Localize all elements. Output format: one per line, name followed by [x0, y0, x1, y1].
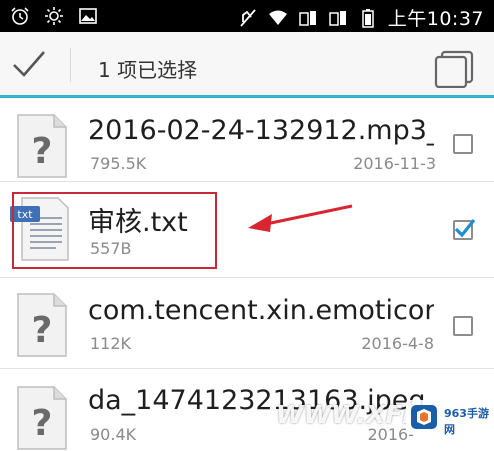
status-right-icons: 上午10:37: [238, 4, 484, 31]
sim1-signal-icon: [298, 10, 316, 26]
checkmark-icon: [454, 219, 476, 238]
file-row[interactable]: ? 2016-02-24-132912.mp3_1 795.5K 2016-11…: [0, 101, 494, 191]
file-size: 795.5K: [90, 154, 147, 173]
unknown-file-icon: ?: [17, 386, 67, 450]
svg-text:?: ?: [32, 131, 53, 172]
logo-icon: [411, 405, 437, 429]
file-checkbox[interactable]: [453, 316, 473, 336]
mute-icon: [240, 8, 256, 27]
clock: 上午10:37: [387, 8, 484, 30]
svg-text:?: ?: [32, 310, 53, 351]
done-check-icon[interactable]: [12, 49, 46, 79]
status-bar: 上午10:37: [0, 0, 494, 32]
red-arrow-icon: [248, 204, 353, 232]
selection-count-title: 1 项已选择: [98, 58, 198, 82]
unknown-file-icon: ?: [17, 114, 67, 178]
file-date: 2016-4-8: [361, 334, 434, 353]
file-size: 112K: [90, 334, 132, 353]
wifi-icon: [268, 10, 287, 25]
file-name: com.tencent.xin.emoticon: [88, 295, 434, 326]
file-size: 90.4K: [90, 425, 137, 444]
unknown-file-icon: ?: [17, 293, 67, 357]
watermark-logo-text: 963手游网: [444, 407, 489, 436]
file-date: 2016-11-3: [353, 154, 436, 173]
file-name: 2016-02-24-132912.mp3_1: [88, 115, 434, 146]
svg-text:?: ?: [32, 403, 53, 444]
sim2-signal-icon: [328, 10, 346, 26]
action-divider: [70, 48, 71, 82]
brightness-icon: [45, 7, 63, 25]
selection-action-bar: 1 项已选择: [0, 32, 494, 98]
highlight-box: [12, 192, 217, 269]
file-checkbox-checked[interactable]: [453, 219, 476, 240]
image-icon: [79, 8, 97, 24]
file-checkbox[interactable]: [453, 134, 473, 154]
select-all-icon[interactable]: [434, 50, 474, 88]
battery-icon: [361, 8, 374, 28]
alarm-icon: [11, 7, 29, 25]
file-row[interactable]: ? com.tencent.xin.emoticon 112K 2016-4-8: [0, 278, 494, 368]
status-left-icons: [10, 6, 98, 26]
